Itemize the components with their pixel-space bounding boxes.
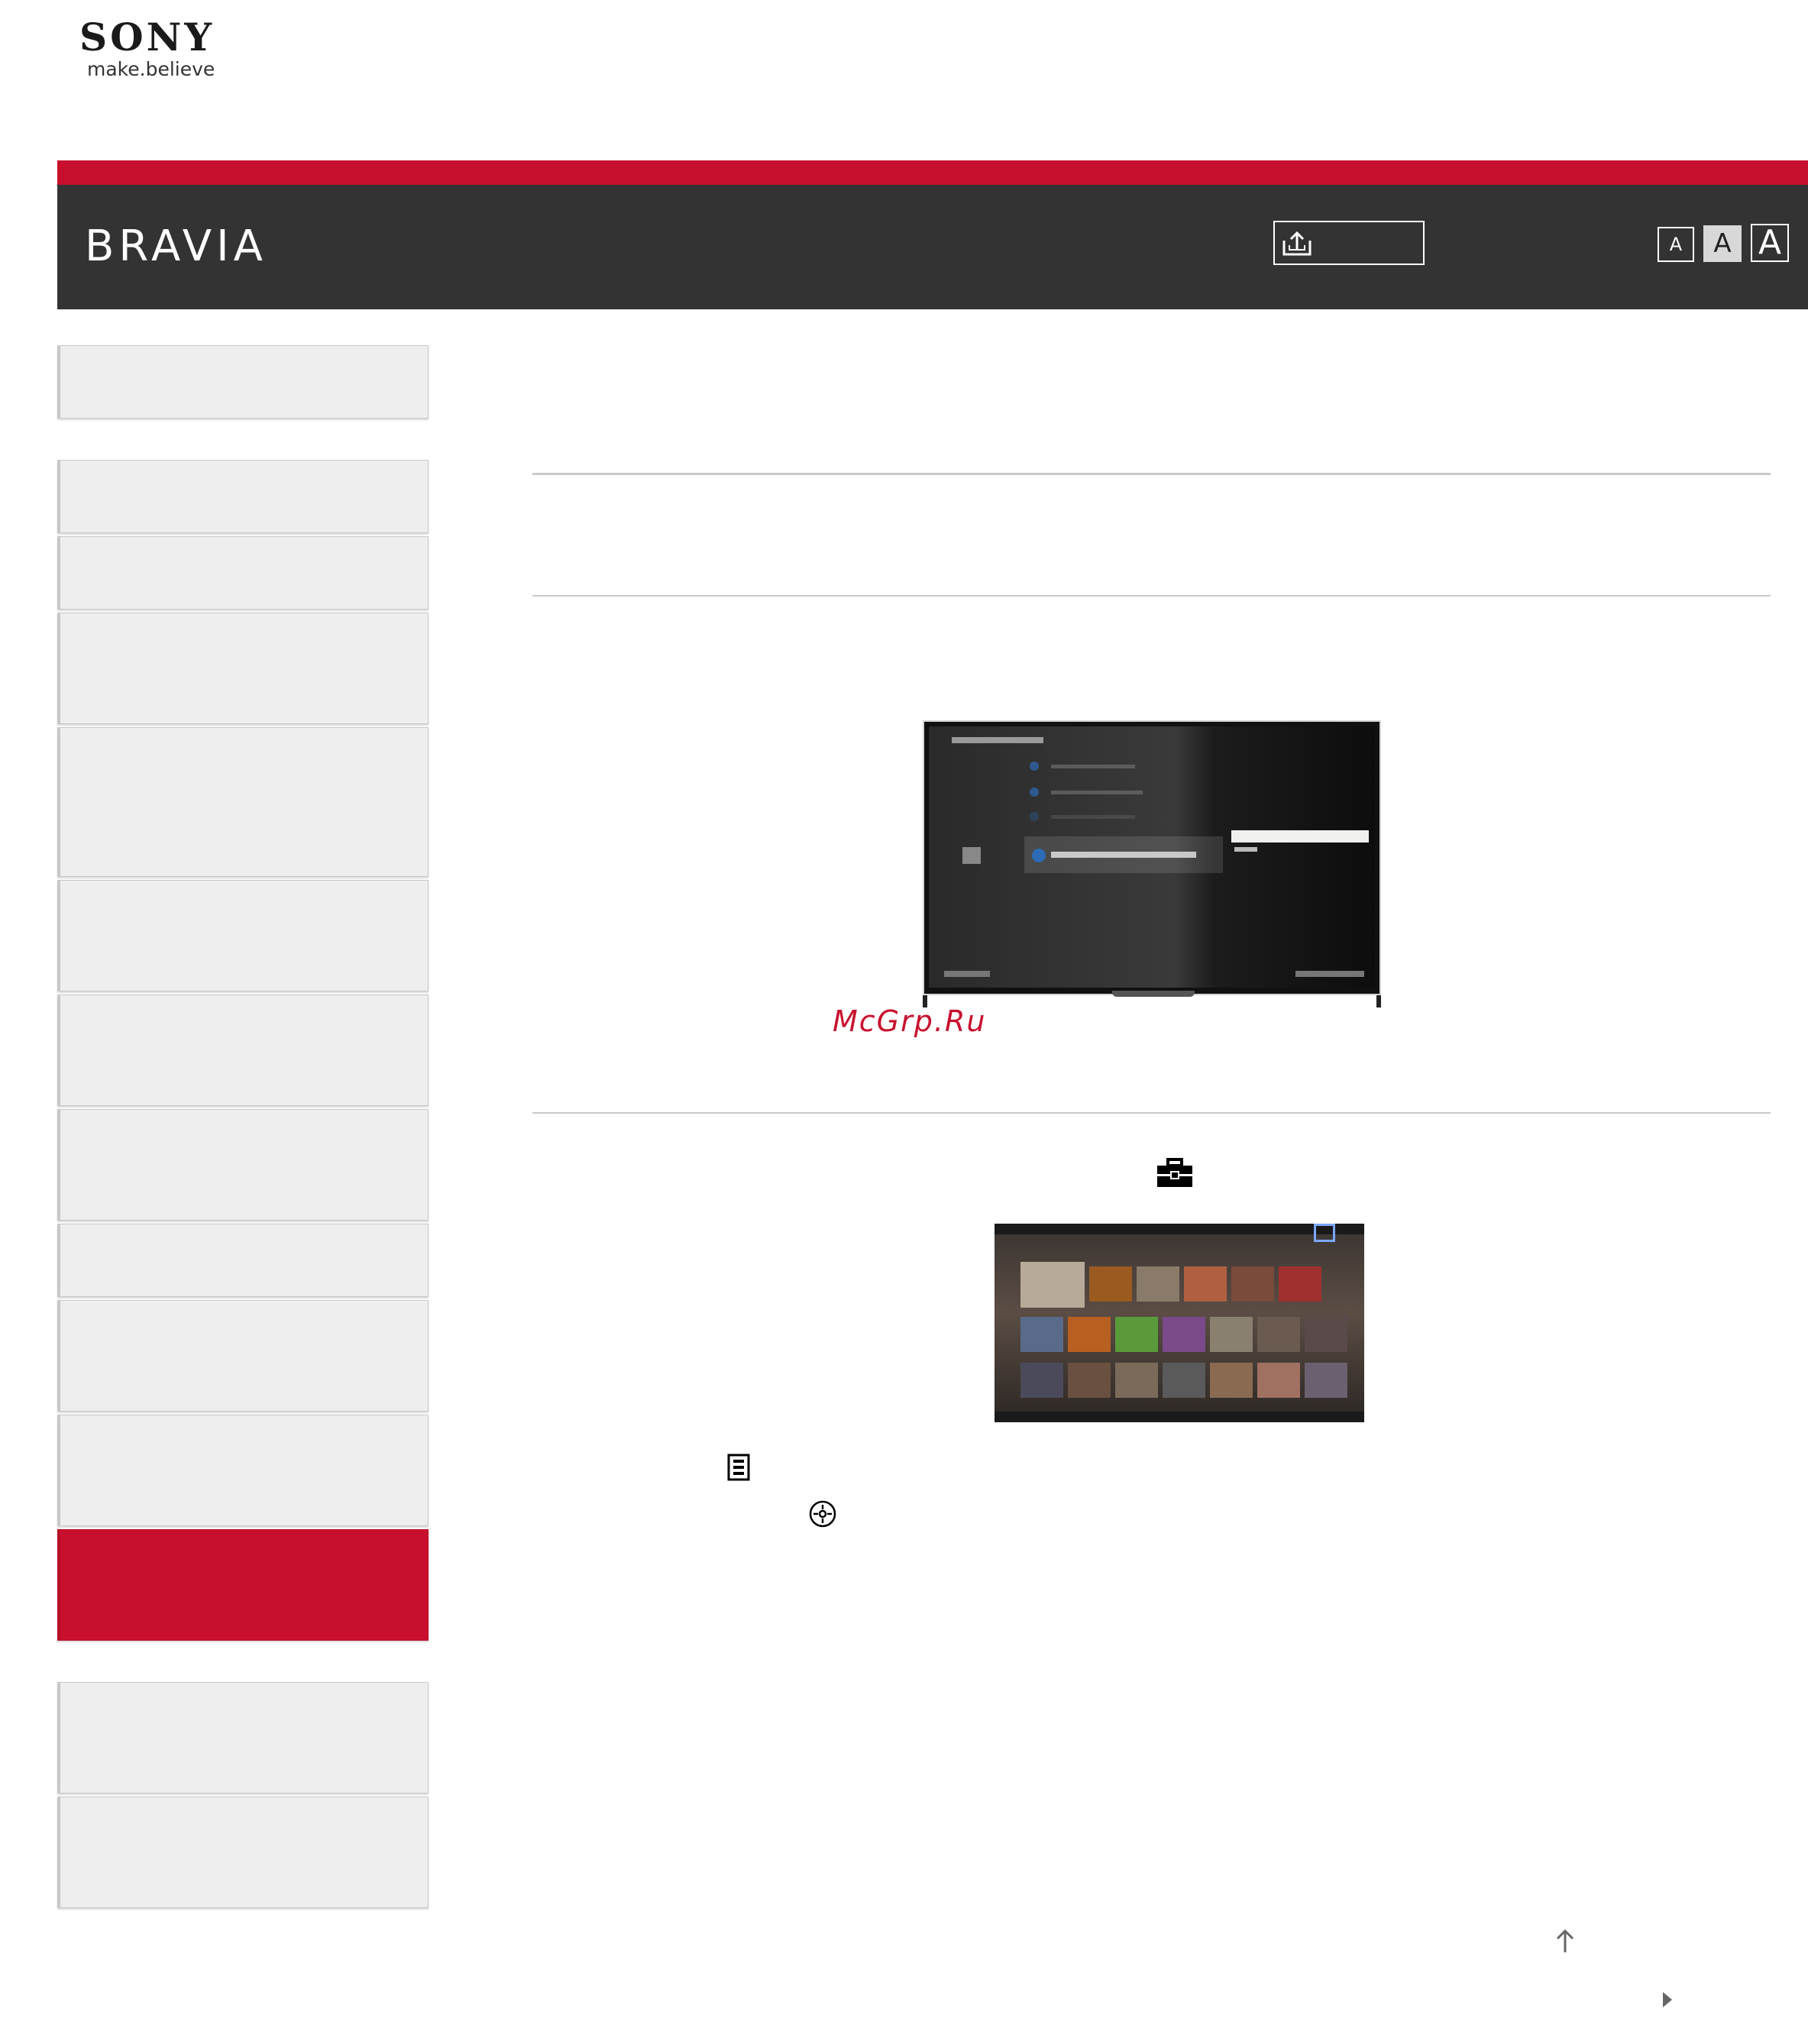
footer-cancel-line (1295, 971, 1364, 977)
options-icon (727, 1454, 750, 1481)
share-upload-icon (1282, 231, 1312, 256)
sony-wordmark: SONY (79, 15, 215, 60)
section-divider-1 (532, 473, 1771, 475)
menu-item-icon (1030, 762, 1039, 771)
content-tile (1115, 1317, 1158, 1352)
content-tile (1163, 1317, 1205, 1352)
watermark-text: McGrp.Ru (833, 1004, 987, 1038)
sidebar-item-3[interactable] (57, 536, 429, 610)
content-tile (1020, 1363, 1063, 1398)
content-tile (1231, 1266, 1274, 1302)
sidebar-item-12-active[interactable] (57, 1529, 429, 1641)
header-accent-strip (57, 160, 1808, 185)
menu-item-icon (1030, 812, 1039, 821)
menu-selected-icon (1032, 849, 1046, 862)
sidebar-item-10[interactable] (57, 1300, 429, 1412)
sidebar-item-7[interactable] (57, 995, 429, 1106)
content-tile (1068, 1317, 1111, 1352)
menu-title-bar (952, 737, 1043, 743)
menu-selected-line (1051, 852, 1196, 858)
product-title: BRAVIA (85, 222, 267, 271)
home-top-bar (995, 1224, 1364, 1234)
arrow-up-icon[interactable] (1555, 1928, 1575, 1954)
content-tile (1115, 1363, 1158, 1398)
content-tile (1137, 1266, 1179, 1302)
section-divider-3 (532, 1112, 1771, 1114)
menu-item-icon (1030, 788, 1039, 797)
footer-confirm-line (944, 971, 990, 977)
sidebar-item-11[interactable] (57, 1415, 429, 1526)
sidebar-item-1[interactable] (57, 345, 429, 419)
content-tile (1020, 1317, 1063, 1352)
content-tile (1184, 1266, 1227, 1302)
tv-stand (1112, 991, 1195, 997)
sony-tagline: make.believe (87, 58, 215, 80)
font-size-small-button[interactable]: A (1658, 227, 1694, 262)
export-button[interactable] (1273, 221, 1425, 265)
home-bottom-bar (995, 1412, 1364, 1422)
content-tile (1068, 1363, 1111, 1398)
sony-logo: SONY make.believe (79, 15, 215, 81)
settings-highlight-box (1314, 1224, 1335, 1242)
font-size-large-button[interactable]: A (1751, 224, 1789, 262)
content-tile (1020, 1262, 1085, 1308)
menu-item-line (1051, 791, 1143, 794)
content-tile (1089, 1266, 1132, 1302)
menu-item-line (1051, 765, 1135, 768)
content-tile (1210, 1317, 1253, 1352)
toolbox-icon (1157, 1158, 1192, 1187)
content-tile (1305, 1363, 1347, 1398)
sidebar-item-14[interactable] (57, 1797, 429, 1908)
content-tile (1305, 1317, 1347, 1352)
option-on-highlight (1231, 830, 1369, 843)
option-off-line (1234, 847, 1257, 852)
header-bar: BRAVIA A A A (57, 185, 1808, 309)
chevron-right-icon[interactable] (1661, 1991, 1674, 2009)
tv-screenshot-home-menu (995, 1224, 1364, 1422)
sidebar-item-6[interactable] (57, 880, 429, 991)
tv-screen (929, 726, 1375, 988)
section-divider-2 (532, 595, 1771, 597)
sidebar-item-5[interactable] (57, 727, 429, 877)
font-size-medium-button[interactable]: A (1703, 225, 1742, 262)
sidebar-item-9[interactable] (57, 1224, 429, 1297)
sidebar-item-8[interactable] (57, 1109, 429, 1221)
menu-item-line (1051, 815, 1135, 819)
sidebar-item-4[interactable] (57, 613, 429, 724)
sidebar-item-2[interactable] (57, 460, 429, 533)
content-tile (1257, 1363, 1300, 1398)
tv-frame (923, 720, 1381, 997)
tv-screenshot-parental-lock (923, 720, 1381, 1007)
content-tile (1210, 1363, 1253, 1398)
content-tile (1163, 1363, 1205, 1398)
sidebar-item-13[interactable] (57, 1682, 429, 1793)
content-tile (1279, 1266, 1321, 1302)
content-tile (1257, 1317, 1300, 1352)
tv-leg-right (1376, 995, 1381, 1007)
folder-icon (962, 847, 981, 864)
enter-icon (809, 1500, 836, 1528)
